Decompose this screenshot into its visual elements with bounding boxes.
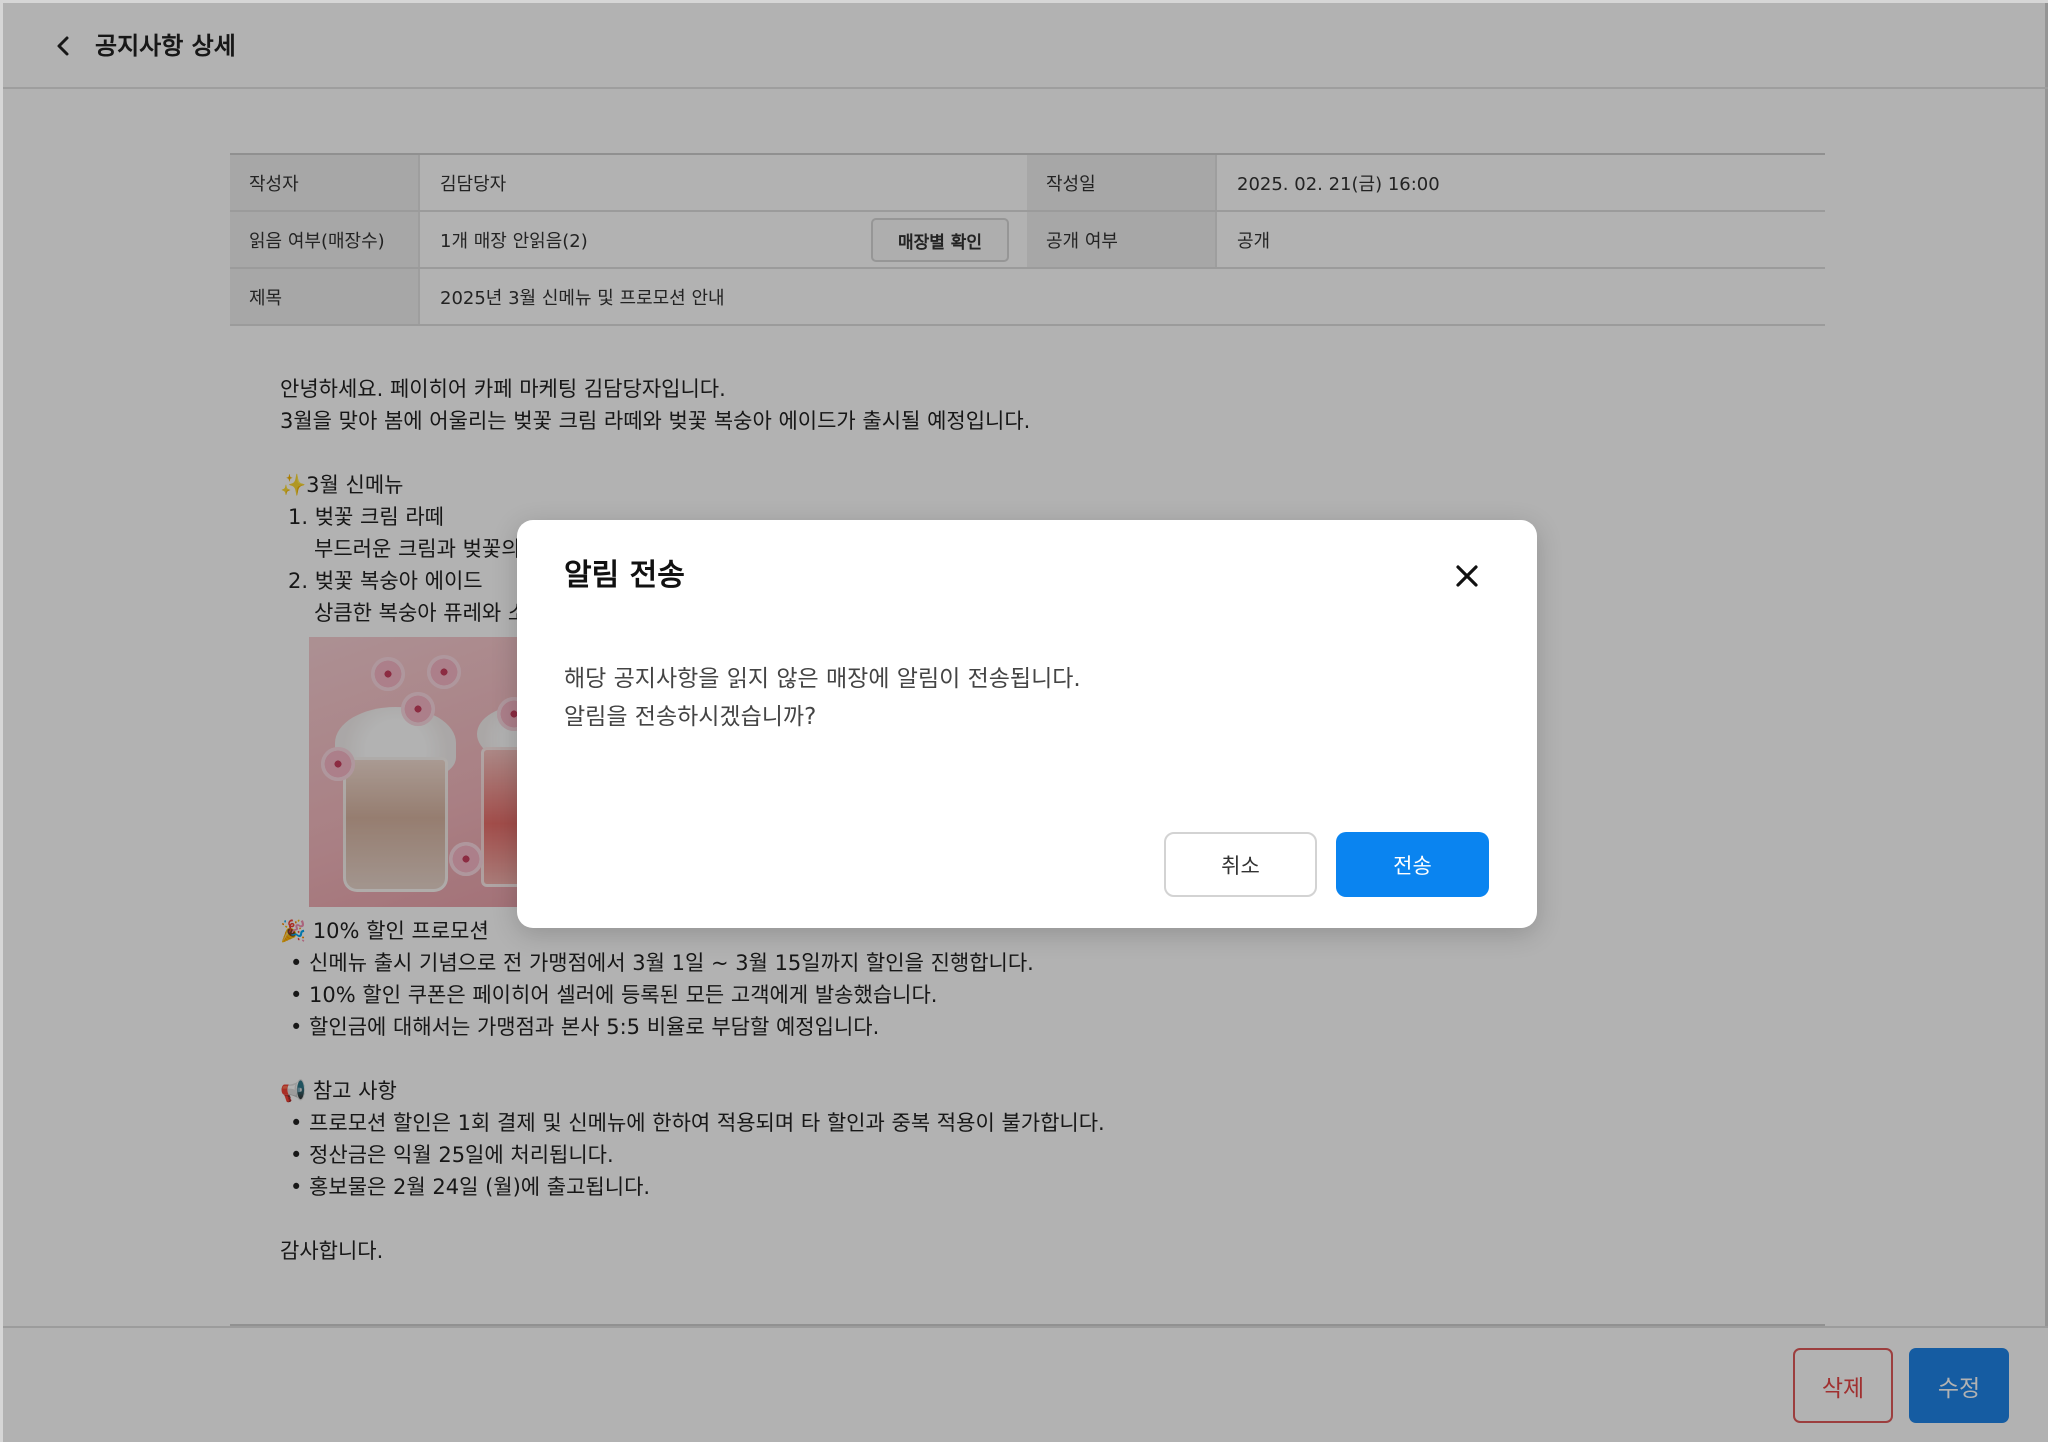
send-notification-modal: 알림 전송 해당 공지사항을 읽지 않은 매장에 알림이 전송됩니다. 알림을 … <box>517 520 1537 928</box>
modal-message-line: 알림을 전송하시겠습니까? <box>564 704 817 730</box>
modal-title: 알림 전송 <box>564 558 685 593</box>
send-button[interactable]: 전송 <box>1336 832 1489 897</box>
cancel-button[interactable]: 취소 <box>1164 832 1317 897</box>
app-frame: 공지사항 상세 작성자 김담당자 작성일 2025. 02. 21(금) 16:… <box>0 0 2048 1442</box>
close-button[interactable] <box>1445 554 1489 598</box>
modal-message-line: 해당 공지사항을 읽지 않은 매장에 알림이 전송됩니다. <box>564 666 1081 692</box>
modal-message: 해당 공지사항을 읽지 않은 매장에 알림이 전송됩니다. 알림을 전송하시겠습… <box>564 660 1081 736</box>
close-icon <box>1456 565 1478 587</box>
